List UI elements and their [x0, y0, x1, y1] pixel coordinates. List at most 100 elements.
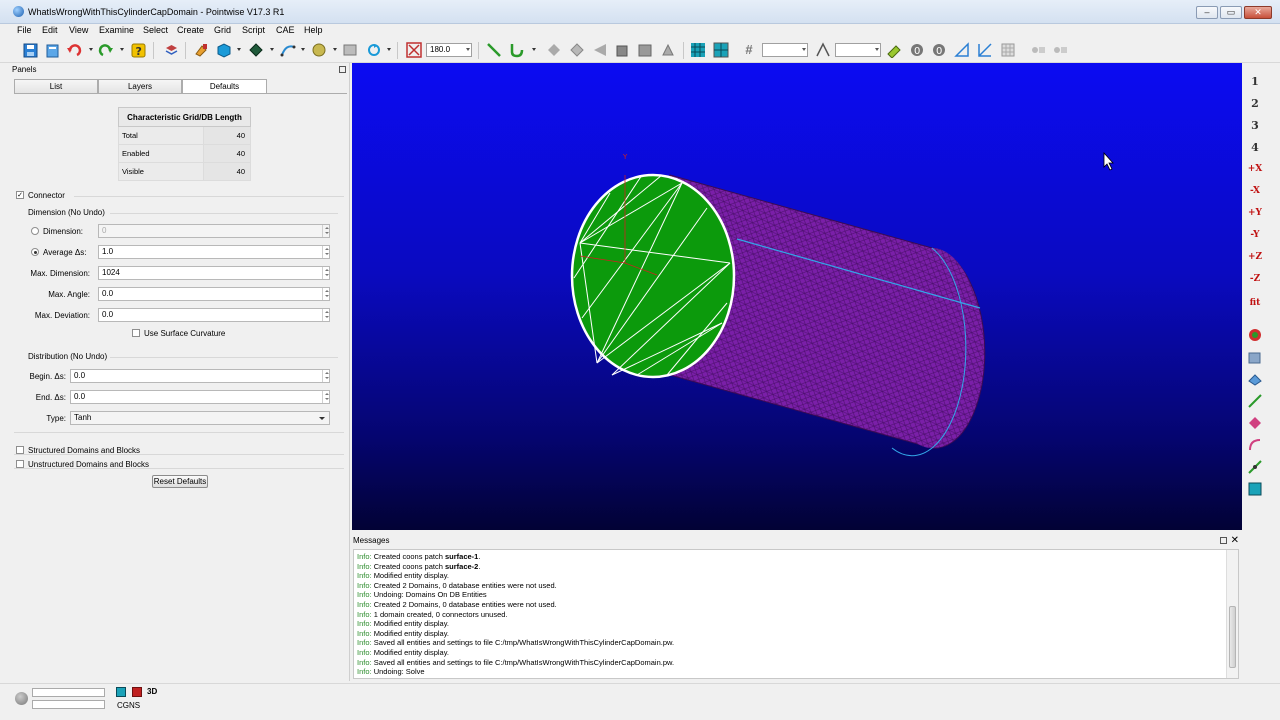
max-dimension-input[interactable]: 1024	[98, 266, 330, 280]
domain-struct-icon[interactable]	[569, 42, 585, 58]
save-icon[interactable]	[22, 42, 38, 58]
messages-scrollbar[interactable]	[1226, 550, 1238, 678]
view-minus-x-button[interactable]: -X	[1246, 182, 1264, 200]
begin-spacing-input[interactable]: 0.0	[70, 369, 330, 383]
render-dropdown-icon[interactable]	[270, 48, 274, 51]
dimension-radio[interactable]	[31, 227, 39, 235]
menu-edit[interactable]: Edit	[42, 25, 58, 35]
curve-dropdown-icon[interactable]	[532, 48, 536, 51]
grid-solve-icon[interactable]	[713, 42, 729, 58]
render-icon[interactable]	[248, 42, 264, 58]
angle-icon[interactable]	[406, 42, 422, 58]
float-messages-button[interactable]	[1220, 537, 1227, 544]
tab-layers[interactable]: Layers	[98, 79, 182, 94]
tab-list[interactable]: List	[14, 79, 98, 94]
dimension-input[interactable]: 0	[98, 224, 330, 238]
image-icon[interactable]	[342, 42, 358, 58]
view-plus-z-button[interactable]: +Z	[1246, 248, 1264, 266]
menu-help[interactable]: Help	[304, 25, 323, 35]
select-db-curve-icon[interactable]	[1246, 436, 1264, 454]
toggle-2-icon[interactable]	[1052, 42, 1068, 58]
examine-2-icon[interactable]: 0	[931, 42, 947, 58]
block-icon[interactable]	[614, 42, 630, 58]
view-2-button[interactable]: 2	[1246, 94, 1264, 112]
select-block-icon[interactable]	[1246, 348, 1264, 366]
display-dropdown-icon[interactable]	[237, 48, 241, 51]
select-db-icon[interactable]	[1246, 414, 1264, 432]
view-plus-x-button[interactable]: +X	[1246, 160, 1264, 178]
view-4-button[interactable]: 4	[1246, 138, 1264, 156]
domain-icon[interactable]	[546, 42, 562, 58]
ruler-2-icon[interactable]	[977, 42, 993, 58]
triangle-icon[interactable]	[592, 42, 608, 58]
distribution-type-select[interactable]: Tanh	[70, 411, 330, 425]
select-mask-icon[interactable]	[1246, 326, 1264, 344]
rotate-icon[interactable]	[366, 42, 382, 58]
menu-view[interactable]: View	[69, 25, 88, 35]
scrollbar-thumb[interactable]	[1229, 606, 1236, 668]
surface-curvature-checkbox[interactable]	[132, 329, 140, 337]
max-deviation-input[interactable]: 0.0	[98, 308, 330, 322]
average-spacing-radio[interactable]	[31, 248, 39, 256]
curve-icon[interactable]	[509, 42, 525, 58]
menu-create[interactable]: Create	[177, 25, 204, 35]
ruler-icon[interactable]	[954, 42, 970, 58]
undo-dropdown-icon[interactable]	[89, 48, 93, 51]
reset-defaults-button[interactable]: Reset Defaults	[152, 475, 208, 488]
examine-icon[interactable]: 0	[909, 42, 925, 58]
redo-dropdown-icon[interactable]	[120, 48, 124, 51]
grid-icon[interactable]	[690, 42, 706, 58]
select-domain-icon[interactable]	[1246, 370, 1264, 388]
layers-icon[interactable]	[163, 42, 179, 58]
redo-icon[interactable]	[98, 42, 114, 58]
menu-examine[interactable]: Examine	[99, 25, 134, 35]
angle-input[interactable]: 180.0	[426, 43, 472, 57]
help-icon[interactable]: ?	[130, 42, 146, 58]
sphere-icon[interactable]	[311, 42, 327, 58]
cae-solver-label[interactable]: CGNS	[117, 701, 140, 710]
average-spacing-input[interactable]: 1.0	[98, 245, 330, 259]
end-spacing-input[interactable]: 0.0	[70, 390, 330, 404]
undo-icon[interactable]	[66, 42, 82, 58]
view-plus-y-button[interactable]: +Y	[1246, 204, 1264, 222]
spline-icon[interactable]	[280, 42, 296, 58]
close-button[interactable]: ✕	[1244, 6, 1272, 19]
rotate-dropdown-icon[interactable]	[387, 48, 391, 51]
select-connector-icon[interactable]	[1246, 392, 1264, 410]
connector-icon[interactable]	[486, 42, 502, 58]
menu-cae[interactable]: CAE	[276, 25, 295, 35]
view-3-button[interactable]: 3	[1246, 116, 1264, 134]
measure-toolbar-input[interactable]	[835, 43, 881, 57]
grid-status-icon[interactable]	[116, 687, 126, 697]
menu-select[interactable]: Select	[143, 25, 168, 35]
solver-status-icon[interactable]	[132, 687, 142, 697]
block-unstruct-icon[interactable]	[660, 42, 676, 58]
view-fit-button[interactable]: fit	[1246, 294, 1264, 312]
menu-file[interactable]: File	[17, 25, 32, 35]
select-point-icon[interactable]	[1246, 458, 1264, 476]
toggle-icon[interactable]	[1030, 42, 1046, 58]
maximize-button[interactable]: ▭	[1220, 6, 1242, 19]
structured-checkbox[interactable]	[16, 446, 24, 454]
menu-script[interactable]: Script	[242, 25, 265, 35]
close-messages-icon[interactable]: ✕	[1231, 534, 1239, 548]
unstructured-checkbox[interactable]	[16, 460, 24, 468]
paint-icon[interactable]	[193, 42, 209, 58]
sphere-dropdown-icon[interactable]	[333, 48, 337, 51]
minimize-button[interactable]: –	[1196, 6, 1218, 19]
probe-icon[interactable]	[886, 42, 902, 58]
spline-dropdown-icon[interactable]	[301, 48, 305, 51]
solid-display-icon[interactable]	[216, 42, 232, 58]
view-minus-z-button[interactable]: -Z	[1246, 270, 1264, 288]
table-icon[interactable]	[1000, 42, 1016, 58]
view-1-button[interactable]: 1	[1246, 72, 1264, 90]
dimension-toolbar-input[interactable]	[762, 43, 808, 57]
float-panel-button[interactable]	[339, 66, 346, 73]
connector-checkbox[interactable]: ✓	[16, 191, 24, 199]
measure-icon[interactable]	[815, 42, 831, 58]
dimension-mode-label[interactable]: 3D	[147, 687, 157, 696]
menu-grid[interactable]: Grid	[214, 25, 231, 35]
messages-log[interactable]: Info: Created coons patch surface-1. Info…	[353, 549, 1239, 679]
hash-icon[interactable]: #	[741, 42, 757, 58]
open-icon[interactable]	[44, 42, 60, 58]
